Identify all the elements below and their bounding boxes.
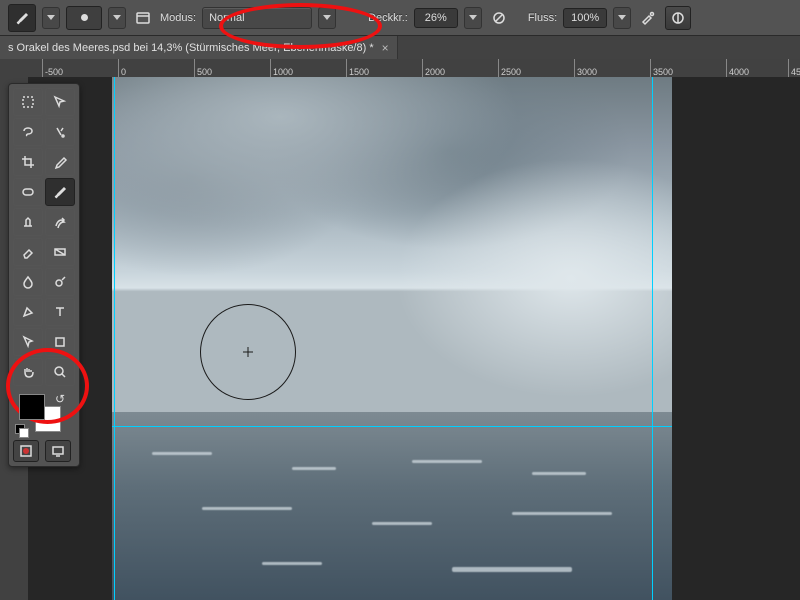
swap-colors-icon[interactable]: ↺ [55, 392, 69, 406]
healing-brush-tool-icon[interactable] [13, 178, 43, 206]
brush-tip-preview[interactable] [66, 6, 102, 30]
ruler-tick: 4000 [726, 59, 749, 77]
ruler-tick: 3000 [574, 59, 597, 77]
eraser-tool-icon[interactable] [13, 238, 43, 266]
crop-tool-icon[interactable] [13, 148, 43, 176]
ruler-tick: 2000 [422, 59, 445, 77]
options-bar: Modus: Normal Deckkr.: 26% Fluss: 100% [0, 0, 800, 36]
zoom-tool-icon[interactable] [45, 358, 75, 386]
canvas[interactable] [28, 77, 800, 600]
brush-tool-icon[interactable] [45, 178, 75, 206]
guide-vertical[interactable] [652, 77, 653, 600]
blur-tool-icon[interactable] [13, 268, 43, 296]
clone-stamp-tool-icon[interactable] [13, 208, 43, 236]
opacity-field[interactable]: 26% [414, 8, 458, 28]
type-tool-icon[interactable] [45, 298, 75, 326]
default-colors-icon[interactable] [15, 424, 27, 436]
pen-tool-icon[interactable] [13, 298, 43, 326]
gradient-tool-icon[interactable] [45, 238, 75, 266]
ruler-tick: 1000 [270, 59, 293, 77]
flow-field[interactable]: 100% [563, 8, 607, 28]
ruler-tick: 0 [118, 59, 126, 77]
ruler-tick: 3500 [650, 59, 673, 77]
ruler-tick: 500 [194, 59, 212, 77]
brush-cursor [200, 304, 296, 400]
tool-selected-brush-icon[interactable] [8, 4, 36, 32]
document-image [112, 77, 672, 600]
blend-mode-dropdown[interactable] [318, 7, 336, 29]
document-tab-bar: s Orakel des Meeres.psd bei 14,3% (Stürm… [0, 36, 800, 61]
blend-mode-select[interactable]: Normal [202, 7, 312, 29]
opacity-dropdown[interactable] [464, 7, 482, 29]
hand-tool-icon[interactable] [13, 358, 43, 386]
pressure-size-icon[interactable] [665, 6, 691, 30]
screen-mode-icon[interactable] [45, 440, 71, 462]
sea-region [112, 412, 672, 600]
marquee-tool-icon[interactable] [13, 88, 43, 116]
sky-region [112, 77, 672, 412]
document-tab-label: s Orakel des Meeres.psd bei 14,3% (Stürm… [8, 42, 374, 54]
opacity-label: Deckkr.: [368, 12, 408, 24]
ruler-tick: 1500 [346, 59, 369, 77]
path-select-tool-icon[interactable] [13, 328, 43, 356]
foreground-color-swatch[interactable] [19, 394, 45, 420]
dodge-tool-icon[interactable] [45, 268, 75, 296]
flow-label: Fluss: [528, 12, 557, 24]
move-tool-icon[interactable] [45, 88, 75, 116]
flow-dropdown[interactable] [613, 7, 631, 29]
ruler-horizontal[interactable]: -500 0 500 1000 1500 2000 2500 3000 3500… [28, 59, 800, 78]
ruler-tick: -500 [42, 59, 63, 77]
shape-tool-icon[interactable] [45, 328, 75, 356]
pressure-opacity-icon[interactable] [488, 7, 510, 29]
document-tab[interactable]: s Orakel des Meeres.psd bei 14,3% (Stürm… [0, 36, 398, 60]
guide-vertical[interactable] [114, 77, 115, 600]
lasso-tool-icon[interactable] [13, 118, 43, 146]
ruler-origin[interactable] [0, 59, 29, 78]
quick-mask-icon[interactable] [13, 440, 39, 462]
history-brush-tool-icon[interactable] [45, 208, 75, 236]
airbrush-icon[interactable] [637, 7, 659, 29]
quick-select-tool-icon[interactable] [45, 118, 75, 146]
tool-preset-dropdown[interactable] [42, 7, 60, 29]
brush-panel-icon[interactable] [132, 7, 154, 29]
ruler-tick: 4500 [788, 59, 800, 77]
mode-label: Modus: [160, 12, 196, 24]
guide-horizontal[interactable] [112, 426, 672, 427]
brush-tip-dropdown[interactable] [108, 7, 126, 29]
ruler-tick: 2500 [498, 59, 521, 77]
color-swatches: ↺ [13, 392, 71, 436]
close-tab-icon[interactable]: × [382, 41, 389, 55]
eyedropper-tool-icon[interactable] [45, 148, 75, 176]
tool-panel: ↺ [8, 83, 80, 467]
